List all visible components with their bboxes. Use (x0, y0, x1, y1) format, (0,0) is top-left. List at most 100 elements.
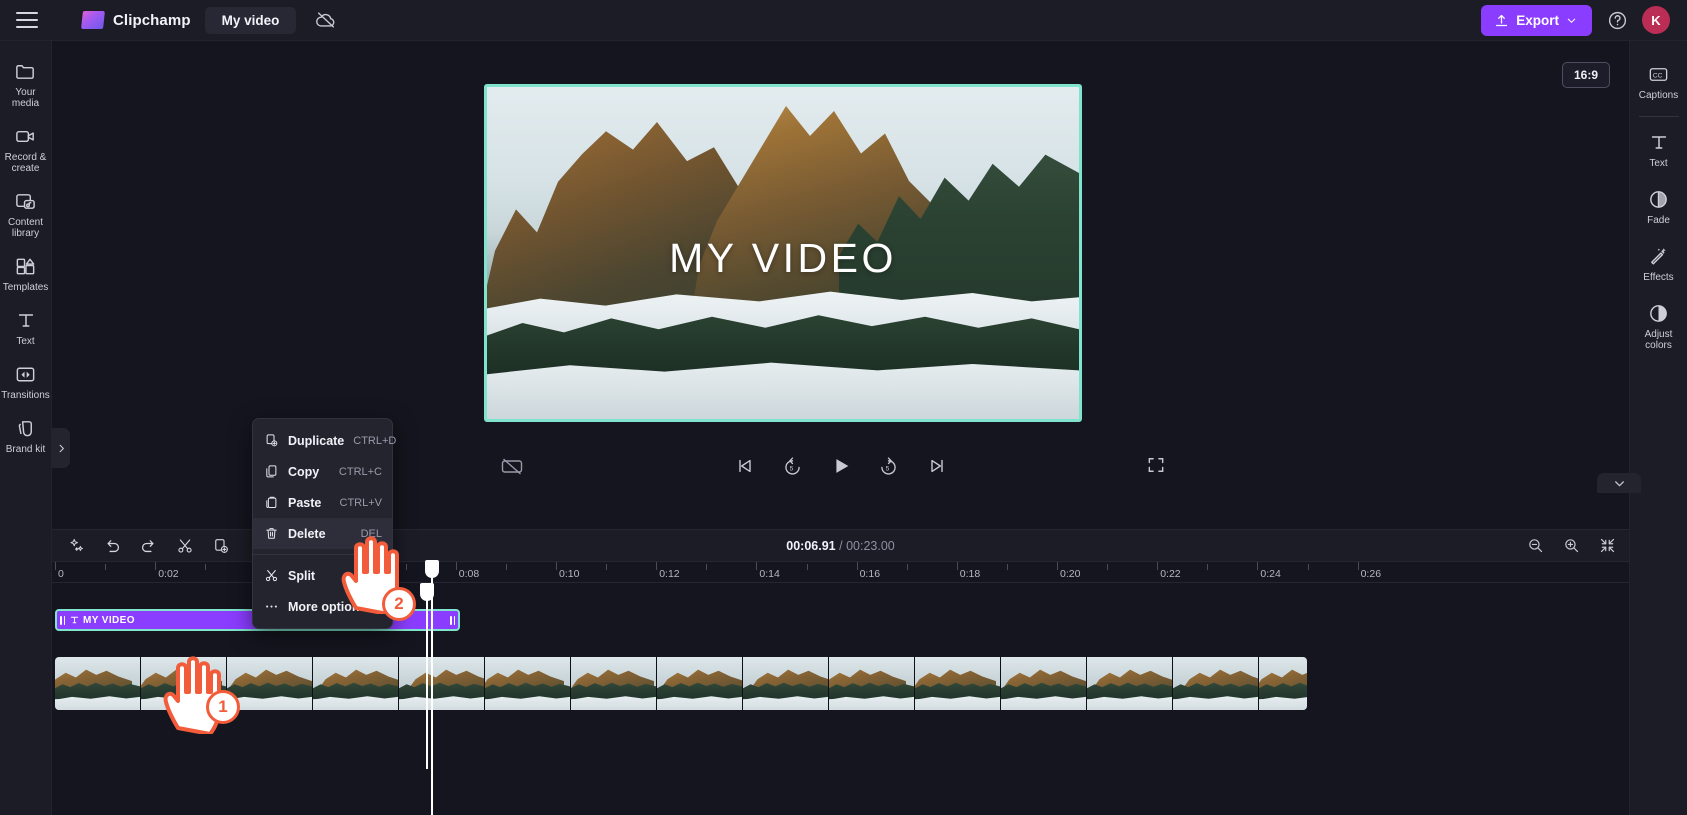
top-bar: Clipchamp My video Export K (0, 0, 1687, 41)
context-menu-label: Delete (288, 526, 326, 541)
undo-icon[interactable] (100, 533, 125, 558)
sidebar-label: Adjust colors (1644, 329, 1673, 351)
video-thumbnail (657, 657, 743, 710)
captions-icon: CC (1647, 62, 1671, 86)
preview-title-text: MY VIDEO (669, 235, 897, 281)
clipchamp-editor: Clipchamp My video Export K Your media R… (0, 0, 1687, 815)
video-clip[interactable] (55, 657, 1307, 710)
skip-to-start-icon[interactable] (732, 453, 758, 479)
context-menu-item-duplicate[interactable]: Duplicate CTRL+D (253, 425, 396, 456)
play-icon[interactable] (828, 453, 854, 479)
forward-5s-icon[interactable]: 5 (876, 453, 902, 479)
sidebar-item-brand-kit[interactable]: Brand kit (0, 408, 52, 462)
brand-kit-icon (14, 416, 38, 440)
clipchamp-logo-icon (81, 11, 105, 29)
sidebar-item-templates[interactable]: Templates (0, 246, 52, 300)
menu-divider (253, 554, 392, 555)
sidebar-item-adjust-colors[interactable]: Adjust colors (1630, 292, 1687, 360)
right-sidebar: CC Captions Text Fade Effects Adjust col… (1629, 41, 1687, 815)
svg-text:5: 5 (886, 465, 890, 472)
ruler-tick-label: 0 (58, 568, 64, 580)
sidebar-item-fade[interactable]: Fade (1630, 178, 1687, 235)
split-icon[interactable] (172, 533, 197, 558)
divider (1638, 116, 1679, 117)
context-menu-item-more-options[interactable]: More options (253, 591, 392, 622)
video-thumbnail (227, 657, 313, 710)
text-icon (14, 308, 38, 332)
current-time: 00:06.91 (786, 538, 836, 553)
context-menu-label: Copy (288, 464, 320, 479)
text-icon (1647, 130, 1671, 154)
fullscreen-icon[interactable] (1146, 455, 1168, 477)
sidebar-item-record-create[interactable]: Record & create (0, 116, 52, 181)
help-button[interactable] (1606, 9, 1628, 31)
sidebar-label: Fade (1647, 215, 1670, 226)
sidebar-item-your-media[interactable]: Your media (0, 51, 52, 116)
hamburger-icon[interactable] (16, 12, 38, 28)
playhead[interactable] (420, 583, 434, 769)
sidebar-label: Transitions (1, 390, 50, 401)
video-thumbnail (915, 657, 1001, 710)
video-thumbnail (829, 657, 915, 710)
sidebar-item-content-library[interactable]: Content library (0, 181, 52, 246)
skip-to-end-icon[interactable] (924, 453, 950, 479)
duplicate-icon[interactable] (208, 533, 233, 558)
sidebar-label: Effects (1643, 272, 1674, 283)
adjust-colors-icon (1647, 301, 1671, 325)
video-thumbnail (1001, 657, 1087, 710)
ruler-tick-label: 0:24 (1260, 568, 1281, 580)
sidebar-item-effects[interactable]: Effects (1630, 235, 1687, 292)
video-thumbnail (313, 657, 399, 710)
rewind-5s-icon[interactable]: 5 (780, 453, 806, 479)
sidebar-item-text-right[interactable]: Text (1630, 121, 1687, 178)
redo-icon[interactable] (136, 533, 161, 558)
ruler-tick-label: 0:12 (659, 568, 680, 580)
collapse-preview-button[interactable] (1597, 473, 1641, 493)
clip-handle-left[interactable] (57, 611, 68, 629)
svg-text:5: 5 (790, 465, 794, 472)
context-menu-label: Duplicate (288, 433, 345, 448)
templates-icon (14, 254, 38, 278)
ruler-tick: 0:22 (1157, 562, 1181, 580)
project-title[interactable]: My video (204, 6, 297, 34)
brand[interactable]: Clipchamp (81, 11, 191, 29)
playhead-handle[interactable] (425, 560, 439, 578)
export-label: Export (1516, 12, 1559, 28)
ruler-tick: 0:16 (856, 562, 880, 580)
playhead-knob[interactable] (420, 583, 434, 601)
trash-icon (263, 526, 279, 542)
context-menu: Duplicate CTRL+D Copy CTRL+C Paste CTRL+V Dele… (252, 418, 396, 629)
left-sidebar: Your media Record & create Content libra… (0, 41, 52, 815)
context-menu-shortcut: CTRL+C (338, 465, 382, 478)
ruler-tick: 0:20 (1057, 562, 1080, 580)
time-separator: / (839, 538, 843, 553)
sidebar-item-transitions[interactable]: Transitions (0, 354, 52, 408)
chevron-right-icon (59, 444, 64, 452)
fit-timeline-icon[interactable] (1597, 536, 1617, 556)
sidebar-label: Text (1649, 158, 1668, 169)
effects-icon (1647, 244, 1671, 268)
expand-panel-button[interactable] (52, 428, 70, 468)
video-thumbnail (1087, 657, 1173, 710)
ruler-tick-label: 0:02 (158, 568, 179, 580)
fade-icon (1647, 187, 1671, 211)
context-menu-item-copy[interactable]: Copy CTRL+C (253, 456, 392, 487)
zoom-out-icon[interactable] (1525, 536, 1545, 556)
context-menu-item-paste[interactable]: Paste CTRL+V (253, 487, 392, 518)
context-menu-item-delete[interactable]: Delete DEL (253, 518, 392, 549)
context-menu-shortcut: CTRL+D (353, 434, 397, 447)
export-button[interactable]: Export (1481, 4, 1592, 36)
aspect-ratio-button[interactable]: 16:9 (1561, 62, 1610, 88)
magic-tools-icon[interactable] (64, 533, 89, 558)
chevron-down-icon (1567, 18, 1576, 23)
sidebar-item-captions[interactable]: CC Captions (1630, 53, 1687, 110)
cloud-off-icon[interactable] (314, 8, 338, 32)
video-preview[interactable]: MY VIDEO (484, 84, 1082, 422)
brand-name: Clipchamp (113, 11, 191, 29)
avatar[interactable]: K (1642, 6, 1670, 34)
zoom-in-icon[interactable] (1561, 536, 1581, 556)
sidebar-item-text[interactable]: Text (0, 300, 52, 354)
video-thumbnail (399, 657, 485, 710)
context-menu-item-split[interactable]: Split (253, 560, 392, 591)
clip-handle-right[interactable] (447, 611, 458, 629)
